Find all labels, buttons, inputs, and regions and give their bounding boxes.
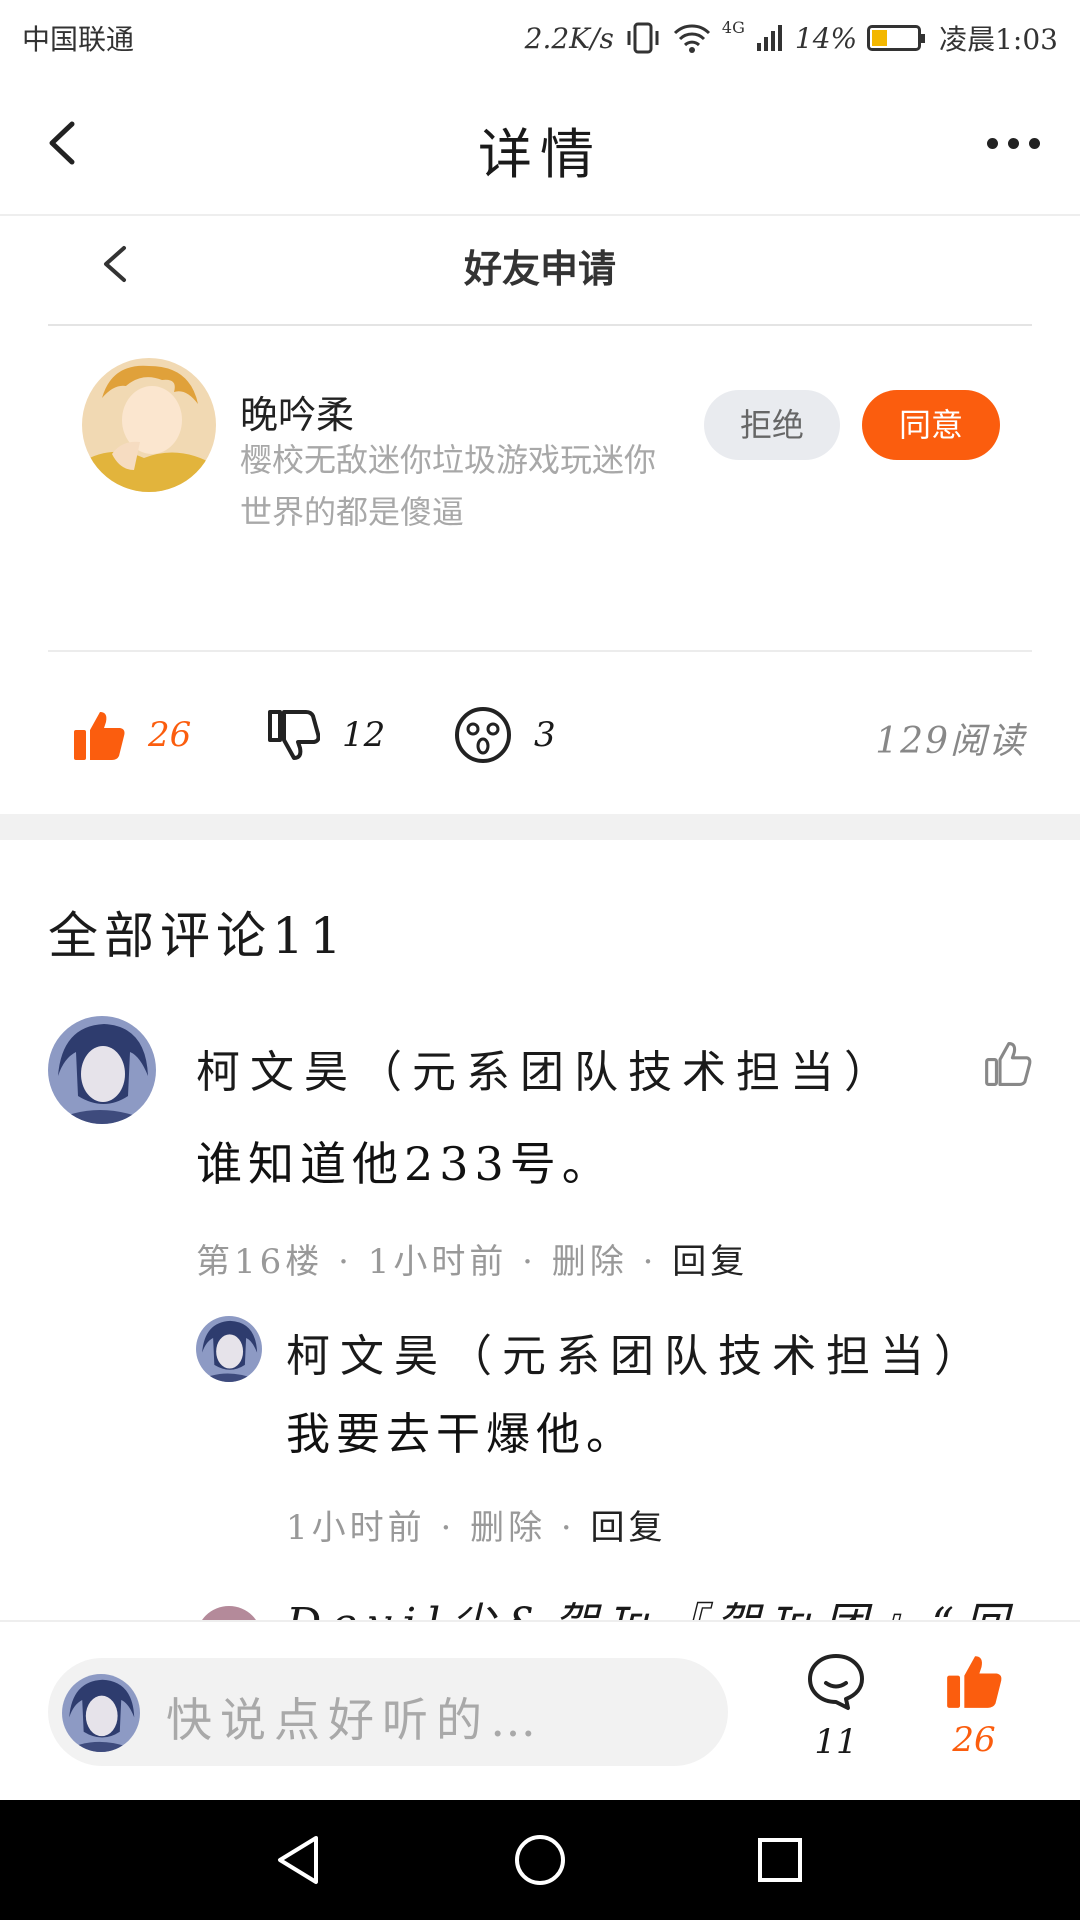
partial-reply-author: Devil尘&贺℡『贺℡团』“回复	[286, 1588, 1056, 1620]
comment-delete-link[interactable]: 删除	[552, 1242, 628, 1282]
reply-meta: 1小时前 · 删除 · 回复	[286, 1508, 667, 1548]
clock: 凌晨1:03	[939, 23, 1058, 56]
net-speed: 2.2K/s	[524, 21, 614, 55]
more-options-icon[interactable]	[987, 138, 1040, 149]
battery-percent: 14%	[794, 21, 858, 55]
status-icons: 2.2K/s 4G 14% 凌晨1:03	[525, 18, 1058, 58]
bottom-action-bar: 快说点好听的… 11 26	[0, 1620, 1080, 1802]
reply-avatar[interactable]	[196, 1316, 262, 1382]
like-reaction[interactable]: 26	[72, 700, 191, 770]
thumbs-up-icon	[74, 712, 125, 760]
nav-recents-icon[interactable]	[752, 1832, 808, 1888]
nav-back-icon[interactable]	[272, 1832, 328, 1888]
comment-floor: 第16楼	[196, 1242, 324, 1282]
network-type: 4G	[721, 18, 745, 37]
battery-icon	[867, 25, 926, 51]
comment-text: 谁知道他233号。	[196, 1137, 614, 1191]
dislike-reaction[interactable]: 12	[266, 700, 385, 770]
requester-message: 樱校无敌迷你垃圾游戏玩迷你世界的都是傻逼	[240, 441, 657, 531]
comment-author[interactable]: 柯文昊（元系团队技术担当）	[196, 1036, 898, 1100]
reply-reply-link[interactable]: 回复	[591, 1508, 667, 1548]
shock-count: 3	[534, 715, 556, 755]
page-title: 详情	[478, 123, 602, 186]
shocked-face-icon	[455, 707, 511, 763]
comment-meta: 第16楼 · 1小时前 · 删除 · 回复	[196, 1242, 749, 1282]
signal-icon	[756, 25, 782, 51]
wifi-icon	[673, 24, 710, 53]
reply-text: 我要去干爆他。	[286, 1409, 636, 1460]
carrier-label: 中国联通	[22, 23, 135, 56]
comment-input-placeholder: 快说点好听的…	[166, 1693, 544, 1747]
like-count-bottom: 26	[952, 1720, 996, 1760]
reply-author[interactable]: 柯文昊（元系团队技术担当）	[286, 1320, 988, 1384]
friend-request-title: 好友申请	[463, 247, 616, 291]
comment-reply-link[interactable]: 回复	[672, 1242, 748, 1282]
app-header: 详情	[0, 74, 1080, 216]
section-separator	[0, 814, 1080, 840]
thumbs-down-icon	[268, 710, 320, 760]
reply-delete-link[interactable]: 删除	[470, 1508, 546, 1548]
comment-avatar[interactable]	[48, 1016, 156, 1124]
vibrate-icon	[627, 22, 659, 54]
comment-count-button[interactable]: 11	[786, 1652, 886, 1762]
comment-input[interactable]: 快说点好听的…	[48, 1658, 728, 1766]
partial-reply-avatar	[196, 1606, 262, 1620]
reject-button[interactable]: 拒绝	[704, 390, 840, 460]
partial-reply: Devil尘&贺℡『贺℡团』“回复	[196, 1588, 1056, 1620]
comment-bubble-icon	[808, 1654, 864, 1710]
divider	[48, 650, 1032, 652]
thumbs-up-filled-icon	[947, 1656, 1002, 1708]
status-bar: 中国联通 2.2K/s 4G 14% 凌晨1:03	[0, 0, 1080, 74]
comment-like-icon[interactable]	[984, 1040, 1032, 1088]
like-count-button[interactable]: 26	[924, 1652, 1024, 1760]
dislike-count: 12	[342, 715, 386, 755]
comment-time: 1小时前	[367, 1242, 508, 1282]
agree-button[interactable]: 同意	[862, 390, 1000, 460]
like-count: 26	[148, 715, 192, 755]
reply-time: 1小时前	[286, 1508, 426, 1548]
friend-request-header: 好友申请	[48, 214, 1032, 326]
system-nav-bar	[0, 1800, 1080, 1920]
nav-home-icon[interactable]	[512, 1832, 568, 1888]
user-avatar	[62, 1674, 140, 1752]
comment-count: 11	[814, 1722, 858, 1762]
requester-name: 晚吟柔	[240, 393, 355, 437]
requester-avatar	[82, 358, 216, 492]
read-count: 129阅读	[875, 721, 1026, 762]
shock-reaction[interactable]: 3	[454, 700, 556, 770]
comments-title: 全部评论11	[48, 907, 348, 965]
